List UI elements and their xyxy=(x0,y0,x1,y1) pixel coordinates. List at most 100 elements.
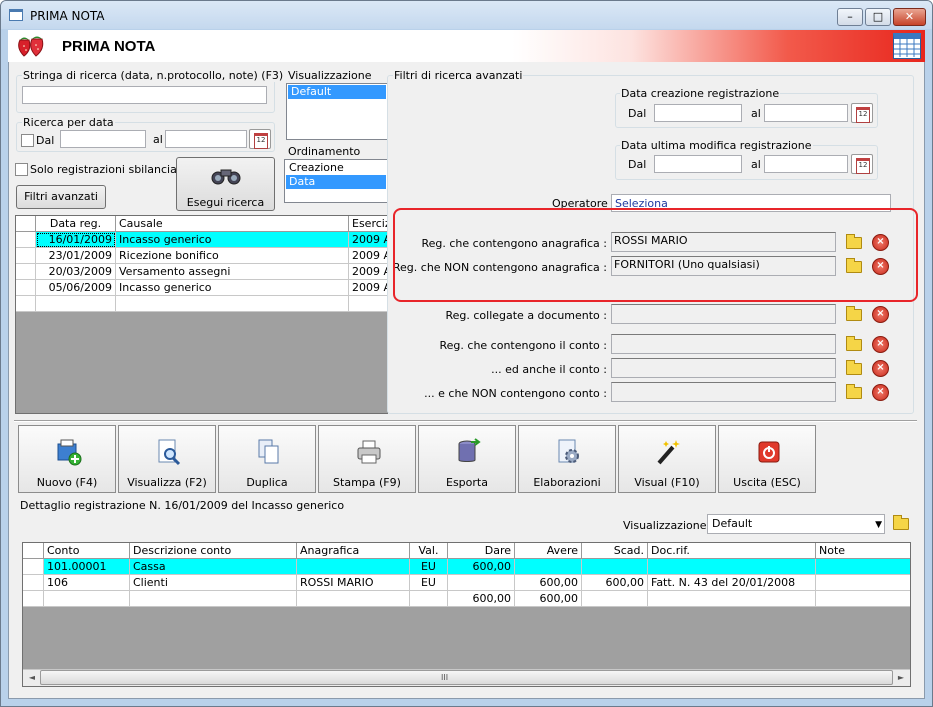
row-indicator[interactable] xyxy=(16,264,36,280)
order-option-creazione[interactable]: Creazione xyxy=(286,161,384,175)
detail-header-scad[interactable]: Scad. xyxy=(582,543,648,559)
filter-account-also-field[interactable] xyxy=(611,358,836,378)
table-row-val[interactable]: EU xyxy=(410,575,448,591)
date-to-input[interactable] xyxy=(165,130,247,148)
table-row-dare[interactable] xyxy=(448,575,515,591)
scroll-left-icon[interactable]: ◄ xyxy=(25,671,39,684)
table-row-avere[interactable]: 600,00 xyxy=(515,575,582,591)
created-from-input[interactable] xyxy=(654,104,742,122)
table-row-causale[interactable]: Ricezione bonifico xyxy=(116,248,349,264)
close-button[interactable]: ✕ xyxy=(893,8,926,26)
folder-button[interactable] xyxy=(842,334,864,354)
date-from-input[interactable] xyxy=(60,130,146,148)
view-button[interactable]: Visualizza (F2) xyxy=(118,425,216,493)
detail-header-val[interactable]: Val. xyxy=(410,543,448,559)
table-row-date[interactable]: 20/03/2009 xyxy=(36,264,116,280)
maximize-button[interactable]: □ xyxy=(865,8,891,26)
table-row-esercizio[interactable]: 2009 A xyxy=(349,232,387,248)
export-button[interactable]: Esporta xyxy=(418,425,516,493)
visual-button[interactable]: Visual (F10) xyxy=(618,425,716,493)
table-row-scad[interactable]: 600,00 xyxy=(582,575,648,591)
table-row-val[interactable]: EU xyxy=(410,559,448,575)
minimize-button[interactable]: – xyxy=(837,8,863,26)
grid-header-esercizio[interactable]: Eserciz xyxy=(349,216,387,232)
detail-header-dare[interactable]: Dare xyxy=(448,543,515,559)
title-bar[interactable] xyxy=(1,1,932,29)
folder-button[interactable] xyxy=(842,358,864,378)
created-to-input[interactable] xyxy=(764,104,848,122)
scroll-right-icon[interactable]: ► xyxy=(894,671,908,684)
table-row-doc[interactable]: Fatt. N. 43 del 20/01/2008 xyxy=(648,575,816,591)
table-row-note[interactable] xyxy=(816,559,910,575)
detail-header-doc[interactable]: Doc.rif. xyxy=(648,543,816,559)
row-indicator[interactable] xyxy=(23,559,44,575)
table-row-esercizio[interactable]: 2009 A xyxy=(349,280,387,296)
row-indicator[interactable] xyxy=(23,575,44,591)
detail-view-select[interactable]: Default ▼ xyxy=(707,514,885,534)
filter-account-exclude-field[interactable] xyxy=(611,382,836,402)
table-row-empty[interactable] xyxy=(36,296,116,312)
table-row-empty[interactable] xyxy=(116,296,349,312)
table-row-esercizio[interactable]: 2009 A xyxy=(349,264,387,280)
table-row-date[interactable]: 05/06/2009 xyxy=(36,280,116,296)
table-row-descr[interactable]: Cassa xyxy=(130,559,297,575)
table-row-conto[interactable]: 106 xyxy=(44,575,130,591)
filter-account-field[interactable] xyxy=(611,334,836,354)
view-option-selected[interactable]: Default xyxy=(288,85,386,99)
table-row-doc[interactable] xyxy=(648,559,816,575)
detail-header-avere[interactable]: Avere xyxy=(515,543,582,559)
grid-header-date[interactable]: Data reg. xyxy=(36,216,116,232)
filter-document-field[interactable] xyxy=(611,304,836,324)
clear-button[interactable]: × xyxy=(869,304,891,324)
modified-calendar-button[interactable]: 12 xyxy=(851,154,873,174)
folder-button[interactable] xyxy=(842,382,864,402)
date-checkbox[interactable] xyxy=(21,134,34,147)
detail-folder-button[interactable] xyxy=(889,513,911,533)
table-row-empty[interactable] xyxy=(349,296,387,312)
unbalanced-checkbox[interactable] xyxy=(15,163,28,176)
grid-header-causale[interactable]: Causale xyxy=(116,216,349,232)
table-row-avere[interactable] xyxy=(515,559,582,575)
table-row-anag[interactable]: ROSSI MARIO xyxy=(297,575,410,591)
row-indicator[interactable] xyxy=(23,591,44,607)
table-row-causale[interactable]: Incasso generico xyxy=(116,280,349,296)
processing-button[interactable]: Elaborazioni xyxy=(518,425,616,493)
search-execute-button[interactable]: Esegui ricerca xyxy=(176,157,275,211)
detail-header-note[interactable]: Note xyxy=(816,543,910,559)
table-row-esercizio[interactable]: 2009 A xyxy=(349,248,387,264)
modified-to-input[interactable] xyxy=(764,155,848,173)
detail-header-descr[interactable]: Descrizione conto xyxy=(130,543,297,559)
exit-button[interactable]: Uscita (ESC) xyxy=(718,425,816,493)
detail-header-conto[interactable]: Conto xyxy=(44,543,130,559)
table-row-dare[interactable]: 600,00 xyxy=(448,559,515,575)
clear-button[interactable]: × xyxy=(869,334,891,354)
table-row-anag[interactable] xyxy=(297,559,410,575)
view-listbox[interactable]: Default xyxy=(286,83,388,140)
table-row-note[interactable] xyxy=(816,575,910,591)
print-button[interactable]: Stampa (F9) xyxy=(318,425,416,493)
clear-button[interactable]: × xyxy=(869,382,891,402)
folder-button[interactable] xyxy=(842,304,864,324)
duplicate-button[interactable]: Duplica xyxy=(218,425,316,493)
table-row-scad[interactable] xyxy=(582,559,648,575)
table-row-date[interactable]: 23/01/2009 xyxy=(36,248,116,264)
order-listbox[interactable]: Creazione Data xyxy=(284,159,388,203)
advanced-filters-button[interactable]: Filtri avanzati xyxy=(16,185,106,209)
clear-button[interactable]: × xyxy=(869,358,891,378)
row-indicator[interactable] xyxy=(16,280,36,296)
row-indicator[interactable] xyxy=(16,248,36,264)
table-row-causale[interactable]: Versamento assegni xyxy=(116,264,349,280)
order-option-data[interactable]: Data xyxy=(286,175,386,189)
new-button[interactable]: Nuovo (F4) xyxy=(18,425,116,493)
table-row-descr[interactable]: Clienti xyxy=(130,575,297,591)
table-row-conto[interactable]: 101.00001 xyxy=(44,559,130,575)
scroll-thumb[interactable]: III xyxy=(40,670,893,685)
detail-header-anag[interactable]: Anagrafica xyxy=(297,543,410,559)
created-calendar-button[interactable]: 12 xyxy=(851,103,873,123)
search-string-input[interactable] xyxy=(22,86,267,104)
table-row-date[interactable]: 16/01/2009 xyxy=(36,232,116,248)
calendar-grid-icon[interactable] xyxy=(893,33,921,59)
modified-from-input[interactable] xyxy=(654,155,742,173)
calendar-button[interactable]: 12 xyxy=(249,129,271,149)
table-row-causale[interactable]: Incasso generico xyxy=(116,232,349,248)
